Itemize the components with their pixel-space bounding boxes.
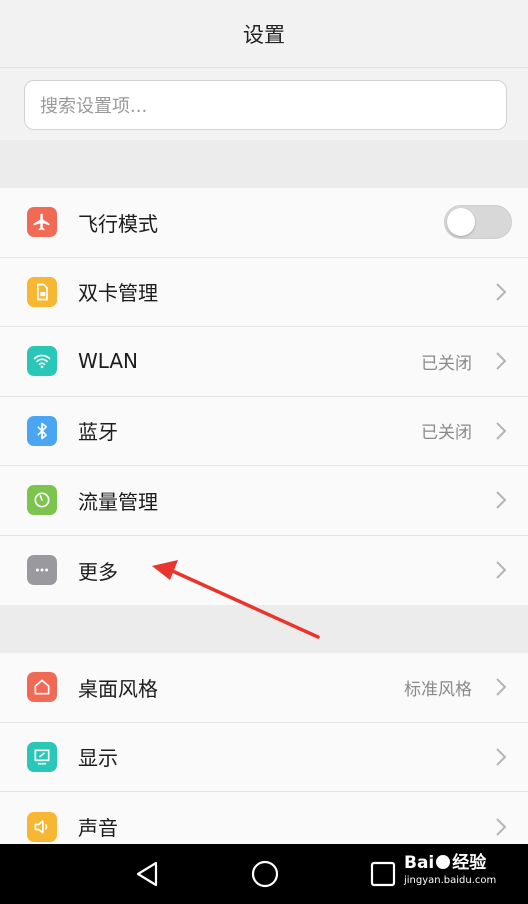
bluetooth-icon bbox=[27, 415, 57, 446]
row-airplane[interactable]: 飞行模式 bbox=[0, 188, 528, 258]
chevron-right-icon bbox=[496, 678, 507, 696]
row-label: 更多 bbox=[78, 559, 118, 584]
airplane-icon bbox=[27, 207, 57, 238]
row-more[interactable]: 更多 bbox=[0, 536, 528, 606]
search-area: 搜索设置项... bbox=[0, 68, 528, 140]
speaker-icon bbox=[27, 811, 57, 842]
home-icon bbox=[27, 672, 57, 703]
chevron-right-icon bbox=[496, 748, 507, 766]
watermark-url: jingyan.baidu.com bbox=[404, 875, 497, 886]
wlan-status: 已关闭 bbox=[421, 353, 472, 374]
row-sound[interactable]: 声音 bbox=[0, 792, 528, 844]
display-icon bbox=[27, 741, 57, 772]
row-label: 声音 bbox=[78, 816, 118, 841]
recent-square-icon[interactable] bbox=[367, 858, 399, 890]
toggle-knob bbox=[447, 208, 475, 237]
chevron-right-icon bbox=[496, 818, 507, 836]
search-input[interactable]: 搜索设置项... bbox=[24, 80, 507, 130]
title-bar: 设置 bbox=[0, 0, 528, 68]
row-wlan[interactable]: WLAN 已关闭 bbox=[0, 327, 528, 397]
paw-icon bbox=[436, 855, 451, 869]
chevron-right-icon bbox=[496, 491, 507, 509]
row-label: 双卡管理 bbox=[78, 281, 158, 306]
chevron-right-icon bbox=[496, 422, 507, 440]
chevron-right-icon bbox=[496, 283, 507, 301]
row-label: 流量管理 bbox=[78, 489, 158, 514]
settings-group-network: 飞行模式 双卡管理 WLAN 已关闭 蓝牙 已关闭 流量管理 更多 bbox=[0, 188, 528, 605]
home-circle-icon[interactable] bbox=[249, 858, 281, 890]
settings-group-device: 桌面风格 标准风格 显示 声音 bbox=[0, 653, 528, 844]
section-gap bbox=[0, 605, 528, 653]
baidu-watermark: Bai 经验 jingyan.baidu.com bbox=[404, 852, 500, 896]
back-triangle-icon[interactable] bbox=[132, 858, 164, 890]
row-dualsim[interactable]: 双卡管理 bbox=[0, 258, 528, 327]
row-data[interactable]: 流量管理 bbox=[0, 466, 528, 536]
row-display[interactable]: 显示 bbox=[0, 723, 528, 792]
section-gap bbox=[0, 140, 528, 188]
row-label: WLAN bbox=[78, 349, 139, 374]
search-placeholder: 搜索设置项... bbox=[40, 96, 148, 117]
row-label: 蓝牙 bbox=[78, 420, 118, 445]
gauge-icon bbox=[27, 485, 57, 516]
airplane-toggle[interactable] bbox=[444, 205, 512, 240]
row-bluetooth[interactable]: 蓝牙 已关闭 bbox=[0, 397, 528, 466]
wifi-icon bbox=[27, 346, 57, 377]
theme-status: 标准风格 bbox=[404, 679, 472, 700]
watermark-brand: Bai 经验 bbox=[404, 853, 487, 873]
sim-card-icon bbox=[27, 276, 57, 307]
chevron-right-icon bbox=[496, 352, 507, 370]
page-title: 设置 bbox=[243, 22, 285, 47]
row-label: 飞行模式 bbox=[78, 211, 158, 236]
chevron-right-icon bbox=[496, 561, 507, 579]
row-label: 显示 bbox=[78, 746, 118, 771]
bluetooth-status: 已关闭 bbox=[421, 423, 472, 444]
more-dots-icon bbox=[27, 555, 57, 586]
row-theme[interactable]: 桌面风格 标准风格 bbox=[0, 653, 528, 723]
row-label: 桌面风格 bbox=[78, 676, 158, 701]
